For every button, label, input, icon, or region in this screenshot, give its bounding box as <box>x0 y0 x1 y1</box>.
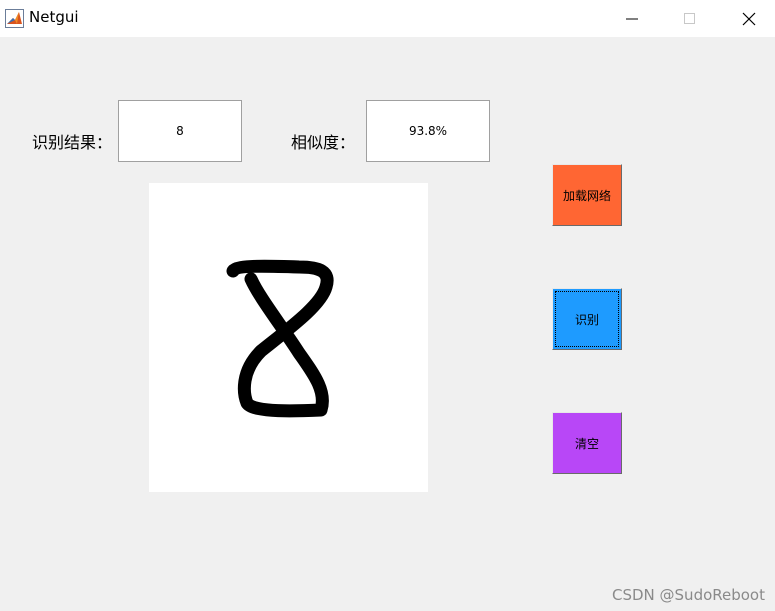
load-network-button[interactable]: 加载网络 <box>552 164 622 226</box>
close-button[interactable] <box>720 0 775 37</box>
matlab-icon <box>5 9 24 28</box>
minimize-icon <box>626 18 638 19</box>
similarity-label: 相似度： <box>291 133 356 152</box>
maximize-icon <box>684 12 695 24</box>
similarity-value: 93.8% <box>408 124 448 138</box>
handwritten-digit-stroke <box>226 259 334 418</box>
load-network-label: 加载网络 <box>562 188 611 203</box>
clear-label: 清空 <box>574 436 599 451</box>
result-field[interactable]: 8 <box>118 100 242 162</box>
close-icon <box>742 12 756 25</box>
maximize-button[interactable] <box>661 0 719 37</box>
similarity-field[interactable]: 93.8% <box>366 100 490 162</box>
result-value: 8 <box>176 124 184 138</box>
recognize-button[interactable]: 识别 <box>552 288 622 350</box>
focus-outline <box>555 291 619 347</box>
title-bar: Netgui <box>0 0 775 37</box>
clear-button[interactable]: 清空 <box>552 412 622 474</box>
window-title: Netgui <box>29 8 79 26</box>
minimize-button[interactable] <box>603 0 661 37</box>
drawing-canvas[interactable] <box>149 183 428 492</box>
watermark: CSDN @SudoReboot <box>612 586 765 604</box>
result-label: 识别结果： <box>32 133 113 152</box>
